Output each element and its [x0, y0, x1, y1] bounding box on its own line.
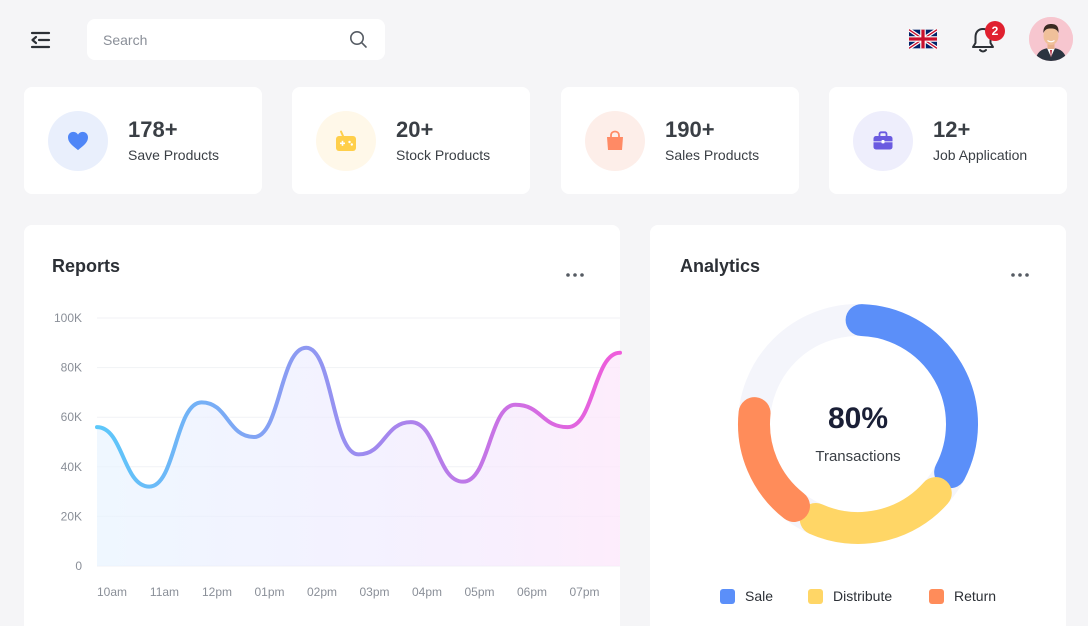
reports-title: Reports	[52, 256, 121, 276]
search-icon[interactable]	[349, 30, 368, 49]
x-tick-label: 06pm	[517, 585, 547, 599]
stat-value: 12+	[933, 117, 971, 142]
reports-more-icon[interactable]	[565, 264, 585, 277]
y-tick-label: 80K	[61, 361, 82, 375]
analytics-title: Analytics	[680, 256, 761, 276]
briefcase-icon	[853, 111, 913, 171]
reports-area-fill	[97, 347, 620, 566]
reports-line-chart: 100K 80K 60K 40K 20K 0 10am 11am 12pm 01pm 02pm 03…	[54, 311, 622, 599]
legend-swatch	[929, 588, 944, 604]
stat-value: 190+	[665, 117, 715, 142]
stat-card-save-products: 178+ Save Products	[24, 87, 262, 194]
uk-flag-icon[interactable]	[907, 28, 939, 50]
x-tick-label: 10am	[97, 585, 127, 599]
x-tick-label: 07pm	[569, 585, 599, 599]
stat-label: Sales Products	[665, 147, 760, 163]
stat-label: Job Application	[933, 147, 1028, 163]
menu-toggle-icon[interactable]	[28, 28, 52, 52]
y-tick-label: 20K	[61, 509, 82, 523]
stat-card-job-application: 12+ Job Application	[829, 87, 1067, 194]
donut-center-label: Transactions	[815, 448, 901, 465]
y-tick-label: 60K	[61, 410, 82, 424]
legend-swatch	[808, 588, 823, 604]
top-bar: 2	[0, 0, 1088, 80]
notification-badge: 2	[985, 21, 1005, 41]
donut-segment-distribute[interactable]	[799, 477, 952, 544]
y-tick-label: 40K	[61, 460, 82, 474]
stat-value: 178+	[128, 117, 178, 142]
search-input[interactable]	[87, 19, 337, 60]
legend-item-sale[interactable]: Sale	[720, 587, 773, 605]
x-tick-label: 02pm	[307, 585, 337, 599]
search-box	[87, 19, 385, 60]
x-tick-label: 05pm	[464, 585, 494, 599]
x-tick-label: 12pm	[202, 585, 232, 599]
legend-label: Distribute	[833, 588, 893, 604]
y-tick-label: 0	[75, 559, 82, 573]
legend-item-return[interactable]: Return	[929, 587, 996, 605]
legend-item-distribute[interactable]: Distribute	[808, 587, 892, 605]
y-tick-label: 100K	[54, 311, 82, 325]
legend-label: Return	[954, 588, 997, 604]
x-tick-label: 01pm	[254, 585, 284, 599]
stat-card-sales-products: 190+ Sales Products	[561, 87, 799, 194]
donut-center-value: 80%	[827, 402, 889, 435]
x-tick-label: 11am	[150, 585, 179, 599]
x-tick-label: 03pm	[359, 585, 389, 599]
stat-label: Save Products	[128, 147, 220, 163]
legend-swatch	[720, 588, 735, 604]
user-avatar[interactable]	[1029, 17, 1073, 61]
legend-label: Sale	[745, 588, 774, 604]
stat-value: 20+	[396, 117, 434, 142]
analytics-more-icon[interactable]	[1010, 264, 1030, 277]
x-tick-label: 04pm	[412, 585, 442, 599]
shopping-bag-icon	[585, 111, 645, 171]
gamepad-icon	[316, 111, 376, 171]
heart-icon	[48, 111, 108, 171]
stat-card-stock-products: 20+ Stock Products	[292, 87, 530, 194]
stat-label: Stock Products	[396, 147, 491, 163]
